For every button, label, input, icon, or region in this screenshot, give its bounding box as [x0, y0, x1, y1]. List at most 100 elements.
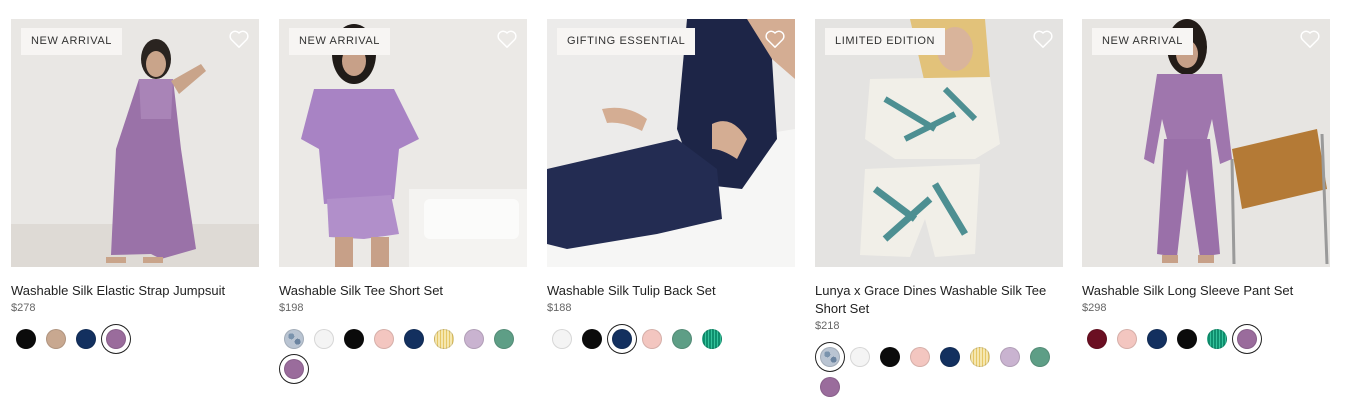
color-swatch[interactable] — [489, 324, 519, 354]
color-swatch[interactable] — [1082, 324, 1112, 354]
product-title[interactable]: Washable Silk Tee Short Set — [279, 282, 527, 300]
color-swatch-dot — [404, 329, 424, 349]
color-swatch-dot — [464, 329, 484, 349]
color-swatch[interactable] — [1142, 324, 1172, 354]
color-swatch-dot — [552, 329, 572, 349]
product-price: $188 — [547, 302, 572, 314]
product-image[interactable]: NEW ARRIVAL — [1082, 19, 1330, 267]
product-price: $278 — [11, 302, 36, 314]
color-swatch-dot — [612, 329, 632, 349]
heart-icon[interactable] — [764, 29, 786, 49]
color-swatch-dot — [284, 359, 304, 379]
color-swatch[interactable] — [697, 324, 727, 354]
color-swatch-dot — [672, 329, 692, 349]
product-badge: GIFTING ESSENTIAL — [557, 28, 696, 55]
product-card[interactable]: NEW ARRIVAL Washable Silk Elastic Strap … — [11, 19, 259, 354]
heart-icon[interactable] — [1032, 29, 1054, 49]
color-swatch[interactable] — [905, 342, 935, 372]
color-swatch[interactable] — [577, 324, 607, 354]
color-swatch-dot — [582, 329, 602, 349]
color-swatch[interactable] — [965, 342, 995, 372]
product-badge: NEW ARRIVAL — [1092, 28, 1193, 55]
color-swatch-dot — [970, 347, 990, 367]
color-swatches — [1082, 324, 1330, 354]
color-swatch[interactable] — [339, 324, 369, 354]
color-swatch-dot — [1147, 329, 1167, 349]
color-swatch[interactable] — [815, 372, 845, 402]
color-swatch[interactable] — [41, 324, 71, 354]
color-swatch-dot — [1087, 329, 1107, 349]
color-swatch[interactable] — [279, 324, 309, 354]
product-card[interactable]: GIFTING ESSENTIAL Washable Silk Tulip Ba… — [547, 19, 795, 354]
product-image[interactable]: NEW ARRIVAL — [11, 19, 259, 267]
product-photo — [1082, 19, 1330, 267]
color-swatch[interactable] — [459, 324, 489, 354]
product-price: $218 — [815, 320, 840, 332]
color-swatch[interactable] — [399, 324, 429, 354]
color-swatch-dot — [16, 329, 36, 349]
heart-icon[interactable] — [496, 29, 518, 49]
product-badge: LIMITED EDITION — [825, 28, 946, 55]
product-image[interactable]: NEW ARRIVAL — [279, 19, 527, 267]
heart-icon[interactable] — [1299, 29, 1321, 49]
color-swatch[interactable] — [815, 342, 845, 372]
color-swatch[interactable] — [1202, 324, 1232, 354]
color-swatch[interactable] — [1172, 324, 1202, 354]
product-image[interactable]: GIFTING ESSENTIAL — [547, 19, 795, 267]
color-swatches — [279, 324, 527, 384]
color-swatch[interactable] — [429, 324, 459, 354]
color-swatch[interactable] — [71, 324, 101, 354]
color-swatch-dot — [1000, 347, 1020, 367]
color-swatch[interactable] — [279, 354, 309, 384]
color-swatch[interactable] — [935, 342, 965, 372]
color-swatch-dot — [314, 329, 334, 349]
color-swatch-dot — [910, 347, 930, 367]
color-swatch-dot — [820, 377, 840, 397]
product-photo — [11, 19, 259, 267]
color-swatches — [547, 324, 795, 354]
color-swatch-dot — [374, 329, 394, 349]
color-swatch-dot — [1030, 347, 1050, 367]
product-title[interactable]: Washable Silk Tulip Back Set — [547, 282, 795, 300]
color-swatch-dot — [344, 329, 364, 349]
color-swatch[interactable] — [875, 342, 905, 372]
color-swatch[interactable] — [1232, 324, 1262, 354]
product-title[interactable]: Lunya x Grace Dines Washable Silk Tee Sh… — [815, 282, 1063, 318]
color-swatch[interactable] — [101, 324, 131, 354]
product-title[interactable]: Washable Silk Elastic Strap Jumpsuit — [11, 282, 259, 300]
color-swatch[interactable] — [667, 324, 697, 354]
color-swatch-dot — [1207, 329, 1227, 349]
heart-icon[interactable] — [228, 29, 250, 49]
color-swatch-dot — [702, 329, 722, 349]
product-badge: NEW ARRIVAL — [289, 28, 390, 55]
color-swatch[interactable] — [1025, 342, 1055, 372]
color-swatch[interactable] — [11, 324, 41, 354]
product-card[interactable]: LIMITED EDITION Lunya x Grace Dines Wash… — [815, 19, 1063, 402]
product-title[interactable]: Washable Silk Long Sleeve Pant Set — [1082, 282, 1330, 300]
color-swatch-dot — [940, 347, 960, 367]
color-swatch[interactable] — [995, 342, 1025, 372]
product-image[interactable]: LIMITED EDITION — [815, 19, 1063, 267]
color-swatch-dot — [1237, 329, 1257, 349]
color-swatch-dot — [850, 347, 870, 367]
product-photo — [547, 19, 795, 267]
color-swatch[interactable] — [547, 324, 577, 354]
color-swatch[interactable] — [845, 342, 875, 372]
color-swatch-dot — [1177, 329, 1197, 349]
color-swatch-dot — [820, 347, 840, 367]
color-swatches — [815, 342, 1063, 402]
color-swatch[interactable] — [369, 324, 399, 354]
color-swatch[interactable] — [607, 324, 637, 354]
product-card[interactable]: NEW ARRIVAL Washable Silk Long Sleeve Pa… — [1082, 19, 1330, 354]
product-card[interactable]: NEW ARRIVAL Washable Silk Tee Short Set … — [279, 19, 527, 384]
color-swatch-dot — [76, 329, 96, 349]
color-swatch-dot — [880, 347, 900, 367]
color-swatch-dot — [434, 329, 454, 349]
product-price: $198 — [279, 302, 304, 314]
color-swatch-dot — [642, 329, 662, 349]
color-swatch[interactable] — [637, 324, 667, 354]
color-swatch-dot — [494, 329, 514, 349]
color-swatch[interactable] — [309, 324, 339, 354]
product-badge: NEW ARRIVAL — [21, 28, 122, 55]
color-swatch[interactable] — [1112, 324, 1142, 354]
